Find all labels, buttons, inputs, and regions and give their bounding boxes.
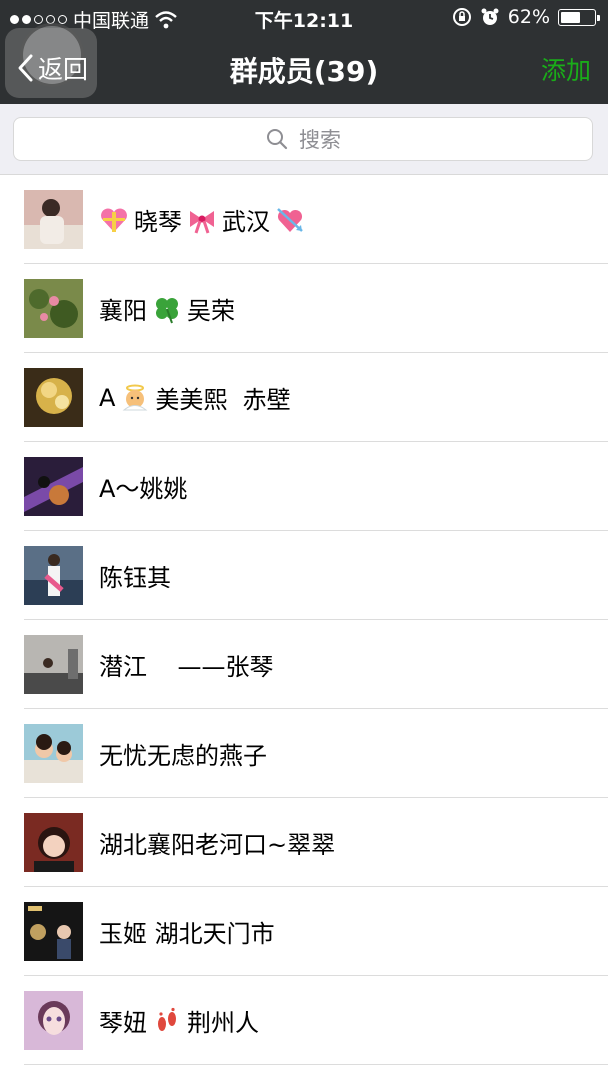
member-list: 晓琴 武汉 襄阳 吴荣 A 美美熙 赤壁 A～姚姚 陈钰其 潜江 ——张琴 无忧… — [0, 175, 608, 1065]
list-item[interactable]: 湖北襄阳老河口~翠翠 — [0, 798, 608, 887]
list-item[interactable]: 玉姬 湖北天门市 — [0, 887, 608, 976]
battery-percent: 62% — [507, 6, 550, 28]
list-item[interactable]: 晓琴 武汉 — [0, 175, 608, 264]
alarm-icon — [481, 8, 499, 25]
search-icon — [267, 129, 288, 150]
avatar — [24, 991, 83, 1050]
status-bar: 中国联通 下午12:11 62% — [0, 0, 608, 34]
list-item[interactable]: 襄阳 吴荣 — [0, 264, 608, 353]
four-leaf-clover-icon — [156, 297, 178, 323]
add-member-button[interactable]: 添加 — [541, 51, 591, 87]
battery-fill — [561, 11, 580, 23]
gift-heart-icon — [101, 208, 127, 232]
list-item[interactable]: 陈钰其 — [0, 531, 608, 620]
member-name: 晓琴 武汉 — [99, 175, 310, 264]
search-placeholder: 搜索 — [299, 128, 341, 152]
footprints-icon — [158, 1007, 176, 1031]
list-item[interactable]: 琴妞 荆州人 — [0, 976, 608, 1065]
avatar — [24, 190, 83, 249]
member-name: A～姚姚 — [99, 475, 188, 503]
search-input[interactable]: 搜索 — [13, 117, 593, 161]
member-name: 琴妞 荆州人 — [99, 976, 259, 1065]
list-item[interactable]: A～姚姚 — [0, 442, 608, 531]
avatar — [24, 457, 83, 516]
avatar — [24, 724, 83, 783]
list-item[interactable]: A 美美熙 赤壁 — [0, 353, 608, 442]
arrow-heart-icon — [277, 207, 303, 232]
angel-icon — [123, 384, 148, 410]
avatar — [24, 279, 83, 338]
search-bar: 搜索 — [0, 104, 608, 175]
ribbon-icon — [190, 210, 214, 233]
avatar — [24, 813, 83, 872]
member-name: 潜江 ——张琴 — [99, 653, 274, 681]
avatar — [24, 368, 83, 427]
list-item[interactable]: 潜江 ——张琴 — [0, 620, 608, 709]
member-name: 湖北襄阳老河口~翠翠 — [99, 831, 336, 859]
avatar — [24, 902, 83, 961]
member-name: 玉姬 湖北天门市 — [99, 920, 275, 948]
member-name: 襄阳 吴荣 — [99, 264, 235, 353]
member-name: A 美美熙 赤壁 — [99, 383, 291, 415]
battery-icon — [558, 8, 600, 26]
navigation-bar: 返回 群成员(39) 添加 — [0, 26, 608, 104]
page-title: 群成员(39) — [229, 55, 379, 88]
top-bar: 中国联通 下午12:11 62% 返回 群成员(39) 添加 — [0, 0, 608, 104]
member-name: 无忧无虑的燕子 — [99, 742, 267, 770]
rotation-lock-icon — [452, 8, 471, 26]
member-name: 陈钰其 — [99, 564, 171, 592]
list-item[interactable]: 无忧无虑的燕子 — [0, 709, 608, 798]
avatar — [24, 546, 83, 605]
avatar — [24, 635, 83, 694]
